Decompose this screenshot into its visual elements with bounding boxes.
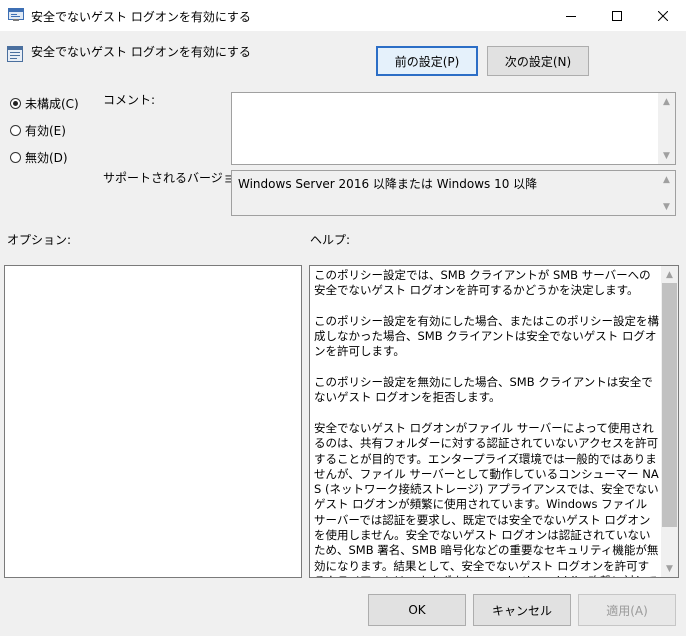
scroll-up-icon[interactable]: ▲ <box>661 266 678 283</box>
cancel-button[interactable]: キャンセル <box>473 594 571 626</box>
scroll-up-icon[interactable]: ▲ <box>658 93 675 110</box>
close-button[interactable] <box>640 0 686 31</box>
scroll-down-icon[interactable]: ▼ <box>658 147 675 164</box>
scroll-down-icon[interactable]: ▼ <box>661 560 678 577</box>
radio-label: 無効(D) <box>25 151 68 165</box>
help-pane[interactable]: このポリシー設定では、SMB クライアントが SMB サーバーへの安全でないゲス… <box>309 265 679 578</box>
help-scroll-thumb[interactable] <box>662 283 677 527</box>
radio-label: 有効(E) <box>25 124 66 138</box>
close-icon <box>658 10 668 21</box>
comment-value <box>232 93 675 97</box>
window-title: 安全でないゲスト ログオンを有効にする <box>31 10 251 24</box>
help-label: ヘルプ: <box>310 233 351 247</box>
supported-scrollbar[interactable]: ▲ ▼ <box>658 171 675 215</box>
options-label: オプション: <box>7 233 72 247</box>
supported-on-value: Windows Server 2016 以降または Windows 10 以降 <box>238 177 538 191</box>
scroll-up-icon[interactable]: ▲ <box>658 171 675 188</box>
radio-enabled[interactable]: 有効(E) <box>10 122 66 139</box>
radio-indicator <box>10 98 21 109</box>
help-text: このポリシー設定では、SMB クライアントが SMB サーバーへの安全でないゲス… <box>314 268 659 577</box>
radio-indicator <box>10 152 21 163</box>
previous-setting-button[interactable]: 前の設定(P) <box>376 46 478 76</box>
comment-textbox[interactable]: ▲ ▼ <box>231 92 676 165</box>
maximize-button[interactable] <box>594 0 640 31</box>
apply-button[interactable]: 適用(A) <box>578 594 676 626</box>
policy-window-icon <box>8 8 24 21</box>
radio-label: 未構成(C) <box>25 97 79 111</box>
supported-on-textbox[interactable]: Windows Server 2016 以降または Windows 10 以降 … <box>231 170 676 216</box>
maximize-icon <box>612 10 622 21</box>
minimize-icon <box>566 15 576 17</box>
comment-label: コメント: <box>103 93 156 107</box>
radio-disabled[interactable]: 無効(D) <box>10 149 68 166</box>
options-pane[interactable] <box>4 265 302 578</box>
minimize-button[interactable] <box>548 0 594 31</box>
help-scrollbar[interactable]: ▲ ▼ <box>661 266 678 577</box>
radio-not-configured[interactable]: 未構成(C) <box>10 95 79 112</box>
supported-on-label: サポートされるバージョン: <box>103 171 251 185</box>
scroll-down-icon[interactable]: ▼ <box>658 198 675 215</box>
radio-indicator <box>10 125 21 136</box>
ok-button[interactable]: OK <box>368 594 466 626</box>
policy-name: 安全でないゲスト ログオンを有効にする <box>31 45 251 59</box>
policy-setting-icon <box>7 46 23 62</box>
next-setting-button[interactable]: 次の設定(N) <box>487 46 589 76</box>
comment-scrollbar[interactable]: ▲ ▼ <box>658 93 675 164</box>
